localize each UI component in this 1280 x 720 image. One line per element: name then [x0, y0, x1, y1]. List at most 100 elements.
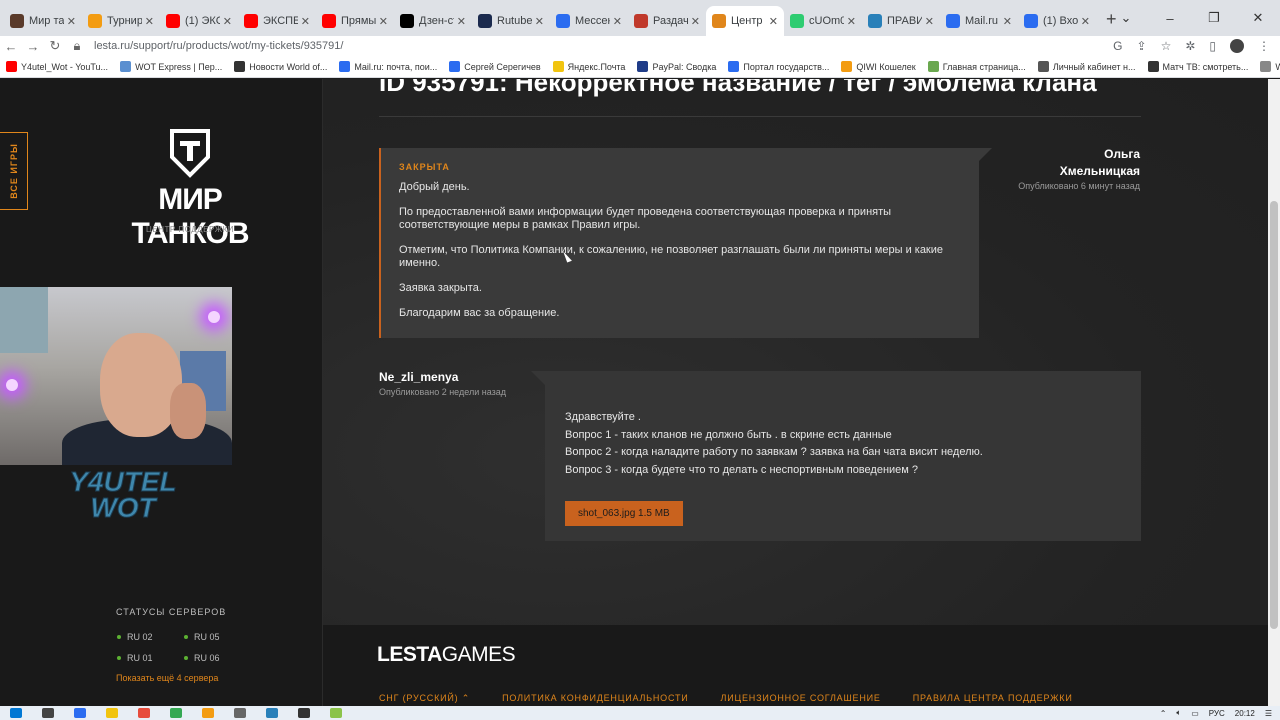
- forward-button[interactable]: →: [22, 39, 44, 54]
- app-icon[interactable]: [74, 708, 86, 718]
- tab-label: cUOm070: [809, 15, 844, 27]
- folder-icon[interactable]: [106, 708, 118, 718]
- maximize-button[interactable]: ❐: [1192, 10, 1236, 26]
- privacy-policy-link[interactable]: ПОЛИТИКА КОНФИДЕНЦИАЛЬНОСТИ: [502, 693, 688, 704]
- tab-label: ПРАВИЛ: [887, 15, 922, 27]
- browser-tab[interactable]: Rutube ✕: [472, 6, 550, 36]
- bookmark-item[interactable]: Портал государств...: [728, 61, 829, 72]
- tab-label: (1) ЭКСП: [185, 15, 220, 27]
- bookmark-item[interactable]: WOT Express | Пер...: [120, 61, 222, 72]
- webcam-light: [6, 379, 18, 391]
- bookmark-item[interactable]: Личный кабинет н...: [1037, 61, 1136, 72]
- close-window-button[interactable]: ✕: [1236, 10, 1280, 26]
- browser-tab[interactable]: Дзен-сту✕: [394, 6, 472, 36]
- bookmark-label: Y4utel_Wot - YouTu...: [21, 61, 109, 72]
- scrollbar[interactable]: [1268, 79, 1280, 706]
- app-icon[interactable]: [298, 708, 310, 718]
- lesta-games-logo[interactable]: LESTAGAMES: [377, 643, 516, 667]
- reload-button[interactable]: ↻: [44, 38, 66, 54]
- bookmark-item[interactable]: WOT Тактика: [1260, 61, 1280, 72]
- bookmark-item[interactable]: Яндекс.Почта: [552, 61, 625, 72]
- close-tab-icon[interactable]: ✕: [379, 15, 388, 28]
- chevron-down-icon[interactable]: ⌄: [1104, 10, 1148, 26]
- clock[interactable]: 20:12: [1235, 709, 1255, 718]
- support-rules-link[interactable]: ПРАВИЛА ЦЕНТРА ПОДДЕРЖКИ: [913, 693, 1073, 704]
- attachment-button[interactable]: shot_063.jpg 1.5 MB: [565, 501, 683, 526]
- status-dot-icon: [117, 635, 121, 639]
- bookmark-item[interactable]: Сергей Серегичев: [449, 61, 541, 72]
- search-icon[interactable]: [42, 708, 54, 718]
- license-agreement-link[interactable]: ЛИЦЕНЗИОННОЕ СОГЛАШЕНИЕ: [721, 693, 881, 704]
- share-icon[interactable]: ⇪: [1137, 39, 1147, 53]
- close-tab-icon[interactable]: ✕: [925, 15, 934, 28]
- app-icon[interactable]: [330, 708, 342, 718]
- browser-tab[interactable]: (1) ЭКСП✕: [160, 6, 238, 36]
- close-tab-icon[interactable]: ✕: [847, 15, 856, 28]
- browser-tab[interactable]: ПРАВИЛ✕: [862, 6, 940, 36]
- close-tab-icon[interactable]: ✕: [535, 15, 544, 28]
- address-bar: ← → ↻ 🔒︎ lesta.ru/support/ru/products/wo…: [0, 36, 1280, 56]
- brand-part: LESTA: [377, 643, 442, 666]
- menu-icon[interactable]: ⋮: [1258, 39, 1270, 53]
- sidepanel-icon[interactable]: ▯: [1209, 39, 1216, 53]
- minimize-button[interactable]: –: [1148, 11, 1192, 26]
- close-tab-icon[interactable]: ✕: [769, 15, 778, 28]
- app-icon[interactable]: [234, 708, 246, 718]
- close-tab-icon[interactable]: ✕: [223, 15, 232, 28]
- language-indicator[interactable]: РУС: [1209, 709, 1225, 718]
- tank-emblem-icon[interactable]: [168, 127, 212, 179]
- opera-icon[interactable]: [138, 708, 150, 718]
- close-tab-icon[interactable]: ✕: [67, 15, 76, 28]
- user-author: Ne_zli_menya Опубликовано 2 недели назад: [379, 369, 506, 397]
- tab-label: Мессенд: [575, 15, 610, 27]
- browser-tab[interactable]: ЭКСПЕР✕: [238, 6, 316, 36]
- close-tab-icon[interactable]: ✕: [613, 15, 622, 28]
- profile-avatar[interactable]: [1230, 39, 1244, 53]
- browser-tab[interactable]: Раздачи✕: [628, 6, 706, 36]
- close-tab-icon[interactable]: ✕: [457, 15, 466, 28]
- bookmark-item[interactable]: Новости World of...: [234, 61, 327, 72]
- google-icon[interactable]: G: [1113, 39, 1122, 53]
- browser-tab[interactable]: (1) Входя✕: [1018, 6, 1096, 36]
- vlc-icon[interactable]: [202, 708, 214, 718]
- bookmark-item[interactable]: QIWI Кошелек: [841, 61, 916, 72]
- star-icon[interactable]: ☆: [1161, 39, 1172, 53]
- language-selector[interactable]: СНГ (РУССКИЙ) ⌃: [379, 693, 470, 704]
- close-tab-icon[interactable]: ✕: [301, 15, 310, 28]
- close-tab-icon[interactable]: ✕: [691, 15, 700, 28]
- show-more-servers-link[interactable]: Показать ещё 4 сервера: [116, 673, 218, 683]
- browser-tab[interactable]: Прямые✕: [316, 6, 394, 36]
- logo-text[interactable]: МИР ТАНКОВ: [100, 183, 280, 251]
- browser-tab[interactable]: Мессенд✕: [550, 6, 628, 36]
- back-button[interactable]: ←: [0, 39, 22, 54]
- extensions-icon[interactable]: ✲: [1185, 39, 1195, 53]
- close-tab-icon[interactable]: ✕: [1081, 15, 1090, 28]
- bookmark-item[interactable]: Главная страница...: [927, 61, 1026, 72]
- bookmark-item[interactable]: Mail.ru: почта, пои...: [339, 61, 437, 72]
- chevron-up-icon[interactable]: ⌃: [1160, 709, 1167, 718]
- close-tab-icon[interactable]: ✕: [1003, 15, 1012, 28]
- browser-tab[interactable]: cUOm070✕: [784, 6, 862, 36]
- notifications-icon[interactable]: ☰: [1265, 709, 1272, 718]
- browser-tab[interactable]: Mail.ru ✕: [940, 6, 1018, 36]
- tab-label: Мир танк: [29, 15, 64, 27]
- bookmark-item[interactable]: Y4utel_Wot - YouTu...: [6, 61, 108, 72]
- bookmark-item[interactable]: PayPal: Сводка: [637, 61, 716, 72]
- app-icon[interactable]: [266, 708, 278, 718]
- start-icon[interactable]: [10, 708, 22, 718]
- all-games-button[interactable]: ВСЕ ИГРЫ: [0, 132, 28, 210]
- chrome-icon[interactable]: [170, 708, 182, 718]
- browser-tab[interactable]: Центр по✕: [706, 6, 784, 36]
- url-field[interactable]: lesta.ru/support/ru/products/wot/my-tick…: [94, 40, 343, 52]
- scrollbar-thumb[interactable]: [1270, 201, 1278, 629]
- volume-icon[interactable]: 🔈︎: [1176, 708, 1181, 718]
- user-message: Здравствуйте . Вопрос 1 - таких кланов н…: [545, 371, 1141, 541]
- close-tab-icon[interactable]: ✕: [145, 15, 154, 28]
- publish-date: Опубликовано 2 недели назад: [379, 387, 506, 397]
- browser-tab[interactable]: Турнир ✕: [82, 6, 160, 36]
- lock-icon[interactable]: 🔒︎: [66, 38, 88, 54]
- bookmark-item[interactable]: Матч ТВ: смотреть...: [1147, 61, 1248, 72]
- browser-tab[interactable]: Мир танк✕: [4, 6, 82, 36]
- network-icon[interactable]: ▭: [1191, 709, 1199, 718]
- bookmark-icon: [6, 61, 17, 72]
